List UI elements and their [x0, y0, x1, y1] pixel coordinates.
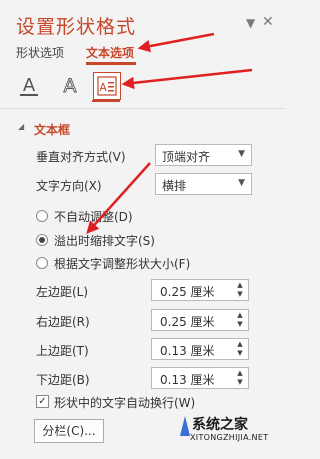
annotation-arrows [86, 32, 253, 234]
spin-up-icon[interactable]: ▲ [235, 340, 245, 348]
radio-no-autofit[interactable] [36, 210, 48, 222]
text-direction-value: 横排 [162, 179, 187, 193]
wrap-text-label[interactable]: 形状中的文字自动换行(W) [54, 394, 195, 411]
text-effects-icon[interactable]: A [57, 72, 83, 98]
spin-down-icon[interactable]: ▼ [235, 378, 245, 386]
left-margin-label: 左边距(L) [36, 285, 89, 299]
chevron-down-icon: ▼ [238, 149, 245, 159]
text-direction-select[interactable]: 横排 ▼ [155, 173, 252, 195]
radio-shrink-on-overflow[interactable] [36, 234, 48, 246]
vertical-align-label: 垂直对齐方式(V) [36, 150, 126, 164]
pane-options-dropdown-icon[interactable]: ▼ [246, 16, 255, 30]
bottom-margin-input[interactable]: 0.13 厘米 ▲ ▼ [151, 367, 249, 389]
text-fill-outline-icon[interactable]: A [16, 72, 42, 98]
left-margin-input[interactable]: 0.25 厘米 ▲ ▼ [151, 279, 249, 301]
svg-text:A: A [64, 75, 77, 97]
spin-down-icon[interactable]: ▼ [235, 349, 245, 357]
pane-title: 设置形状格式 [16, 16, 137, 38]
tab-text-options[interactable]: 文本选项 [86, 44, 134, 61]
wrap-text-checkbox[interactable]: ✓ [36, 395, 49, 408]
spin-down-icon[interactable]: ▼ [235, 290, 245, 298]
arrow-to-text-options [137, 32, 215, 53]
spin-down-icon[interactable]: ▼ [235, 320, 245, 328]
vertical-align-select[interactable]: 顶端对齐 ▼ [155, 144, 252, 166]
left-margin-value: 0.25 厘米 [160, 285, 215, 299]
vertical-align-value: 顶端对齐 [162, 150, 211, 164]
spin-up-icon[interactable]: ▲ [235, 281, 245, 289]
bottom-margin-label: 下边距(B) [36, 373, 90, 387]
close-icon[interactable]: ✕ [262, 14, 274, 30]
arrow-to-textbox-icon [121, 68, 253, 90]
radio-resize-shape-label[interactable]: 根据文字调整形状大小(F) [54, 255, 190, 272]
right-margin-value: 0.25 厘米 [160, 315, 215, 329]
radio-resize-shape[interactable] [36, 257, 48, 269]
bottom-margin-value: 0.13 厘米 [160, 373, 215, 387]
top-margin-input[interactable]: 0.13 厘米 ▲ ▼ [151, 338, 249, 360]
active-icon-indicator [92, 100, 120, 102]
spin-up-icon[interactable]: ▲ [235, 311, 245, 319]
radio-shrink-on-overflow-label[interactable]: 溢出时缩排文字(S) [54, 232, 155, 249]
tab-shape-options[interactable]: 形状选项 [16, 44, 64, 61]
right-margin-label: 右边距(R) [36, 315, 90, 329]
watermark-url: XITONGZHIJIA.NET [190, 433, 269, 442]
spin-up-icon[interactable]: ▲ [235, 369, 245, 377]
divider [0, 108, 285, 109]
section-textbox-title[interactable]: 文本框 [34, 121, 70, 138]
columns-button[interactable]: 分栏(C)... [34, 419, 104, 443]
watermark-name: 系统之家 [192, 417, 248, 433]
active-tab-indicator [86, 62, 136, 65]
chevron-down-icon: ▼ [238, 178, 245, 188]
svg-text:A: A [99, 81, 107, 94]
right-margin-input[interactable]: 0.25 厘米 ▲ ▼ [151, 309, 249, 331]
top-margin-label: 上边距(T) [36, 344, 89, 358]
top-margin-value: 0.13 厘米 [160, 344, 215, 358]
collapse-triangle-icon[interactable]: ◢ [18, 122, 24, 131]
svg-text:A: A [23, 75, 36, 96]
radio-no-autofit-label[interactable]: 不自动调整(D) [54, 208, 133, 225]
text-direction-label: 文字方向(X) [36, 179, 102, 193]
textbox-icon[interactable]: A [93, 72, 121, 100]
